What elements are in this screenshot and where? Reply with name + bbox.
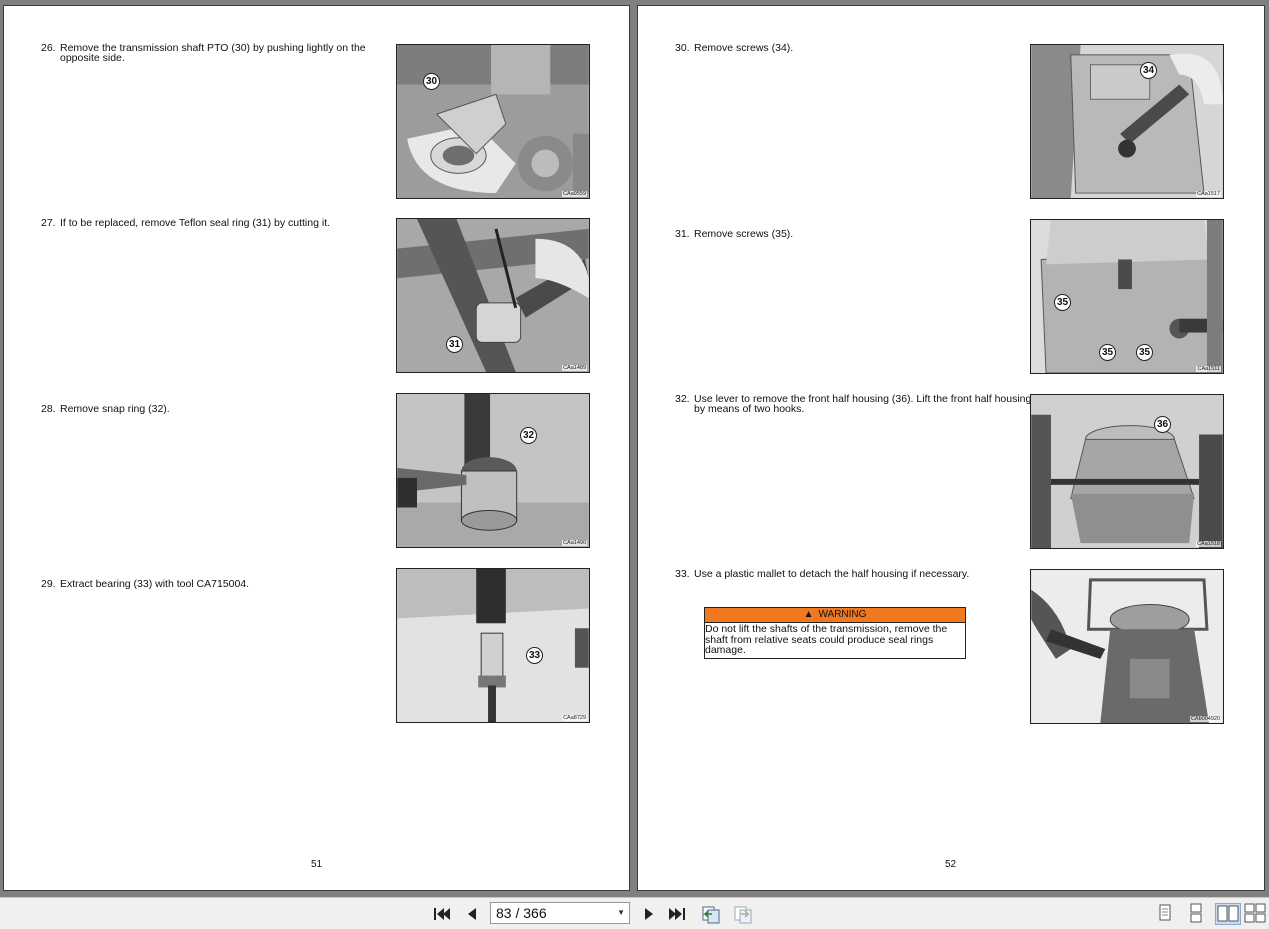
step-27: 27. If to be replaced, remove Teflon sea… <box>41 217 371 229</box>
callout-35: 35 <box>1099 344 1116 361</box>
step-number: 32. <box>675 393 690 405</box>
previous-page-icon[interactable] <box>461 904 483 924</box>
warning-header: ▲ WARNING <box>705 608 965 623</box>
photo-step-30: 34 CAa1517 <box>1030 44 1224 199</box>
step-number: 28. <box>41 403 56 415</box>
step-28: 28. Remove snap ring (32). <box>41 403 371 415</box>
callout-34: 34 <box>1140 62 1157 79</box>
callout-35: 35 <box>1136 344 1153 361</box>
figure-code: CAb004920 <box>1189 716 1221 722</box>
photo-step-33: CAb004920 <box>1030 569 1224 724</box>
callout-33: 33 <box>526 647 543 664</box>
photo-step-31: 35 35 35 CAa1511 <box>1030 219 1224 374</box>
step-26: 26. Remove the transmission shaft PTO (3… <box>41 42 371 64</box>
step-31: 31. Remove screws (35). <box>675 228 1005 240</box>
step-text: Use lever to remove the front half housi… <box>694 393 1032 415</box>
callout-31: 31 <box>446 336 463 353</box>
step-number: 29. <box>41 578 56 590</box>
callout-35: 35 <box>1054 294 1071 311</box>
step-text: Remove snap ring (32). <box>60 403 170 415</box>
figure-code: CAa1511 <box>1196 366 1221 372</box>
page-number-input[interactable]: 83 / 366 ▼ <box>490 902 630 924</box>
continuous-facing-icon[interactable] <box>1243 903 1269 925</box>
photo-step-29: 33 CAa8729 <box>396 568 590 723</box>
chevron-down-icon[interactable]: ▼ <box>617 903 625 923</box>
snap-ring-photo <box>397 394 589 547</box>
continuous-icon[interactable] <box>1184 903 1210 925</box>
figure-code: CAa9559 <box>562 191 587 197</box>
previous-view-icon[interactable] <box>700 904 722 924</box>
callout-32: 32 <box>520 427 537 444</box>
step-number: 33. <box>675 568 690 580</box>
warning-title: WARNING <box>818 609 867 620</box>
navigation-toolbar: 83 / 366 ▼ <box>0 897 1269 929</box>
figure-code: CAa8729 <box>562 715 587 721</box>
next-view-icon[interactable] <box>732 904 754 924</box>
step-32: 32. Use lever to remove the front half h… <box>675 393 1035 415</box>
step-number: 27. <box>41 217 56 229</box>
figure-code: CAa1518 <box>1196 541 1221 547</box>
step-30: 30. Remove screws (34). <box>675 42 1005 54</box>
page-52: 30. Remove screws (34). 34 CAa1517 31. R… <box>637 5 1265 891</box>
photo-step-28: 32 CAa1490 <box>396 393 590 548</box>
pto-shaft-photo <box>397 45 589 198</box>
bearing-photo <box>397 569 589 722</box>
figure-code: CAa1489 <box>562 365 587 371</box>
page-number: 52 <box>945 859 957 870</box>
figure-code: CAa1490 <box>562 540 587 546</box>
warning-text: Do not lift the shafts of the transmissi… <box>705 623 948 656</box>
seal-ring-photo <box>397 219 589 372</box>
single-page-icon[interactable] <box>1153 903 1179 925</box>
last-page-icon[interactable] <box>667 904 689 924</box>
step-number: 26. <box>41 42 56 54</box>
step-29: 29. Extract bearing (33) with tool CA715… <box>41 578 371 590</box>
half-housing-photo <box>1031 395 1223 548</box>
warning-box: ▲ WARNING Do not lift the shafts of the t… <box>704 607 966 659</box>
step-number: 30. <box>675 42 690 54</box>
step-text: Remove screws (35). <box>694 228 794 240</box>
step-text: If to be replaced, remove Teflon seal ri… <box>60 217 331 229</box>
step-text: Remove screws (34). <box>694 42 794 54</box>
step-text: Use a plastic mallet to detach the half … <box>694 568 970 580</box>
first-page-icon[interactable] <box>430 904 452 924</box>
page-51: 26. Remove the transmission shaft PTO (3… <box>3 5 630 891</box>
callout-30: 30 <box>423 73 440 90</box>
step-number: 31. <box>675 228 690 240</box>
document-viewport[interactable]: 26. Remove the transmission shaft PTO (3… <box>0 0 1269 897</box>
screws-34-photo <box>1031 45 1223 198</box>
figure-code: CAa1517 <box>1196 191 1221 197</box>
photo-step-26: 30 CAa9559 <box>396 44 590 199</box>
warning-triangle-icon: ▲ <box>803 609 814 620</box>
next-page-icon[interactable] <box>638 904 660 924</box>
page-indicator: 83 / 366 <box>496 905 547 921</box>
photo-step-27: 31 CAa1489 <box>396 218 590 373</box>
facing-pages-icon[interactable] <box>1215 903 1241 925</box>
page-number: 51 <box>311 859 323 870</box>
plastic-mallet-photo <box>1031 570 1223 723</box>
step-33: 33. Use a plastic mallet to detach the h… <box>675 568 1005 580</box>
step-text: Remove the transmission shaft PTO (30) b… <box>60 42 366 64</box>
photo-step-32: 36 CAa1518 <box>1030 394 1224 549</box>
callout-36: 36 <box>1154 416 1171 433</box>
step-text: Extract bearing (33) with tool CA715004. <box>60 578 250 590</box>
